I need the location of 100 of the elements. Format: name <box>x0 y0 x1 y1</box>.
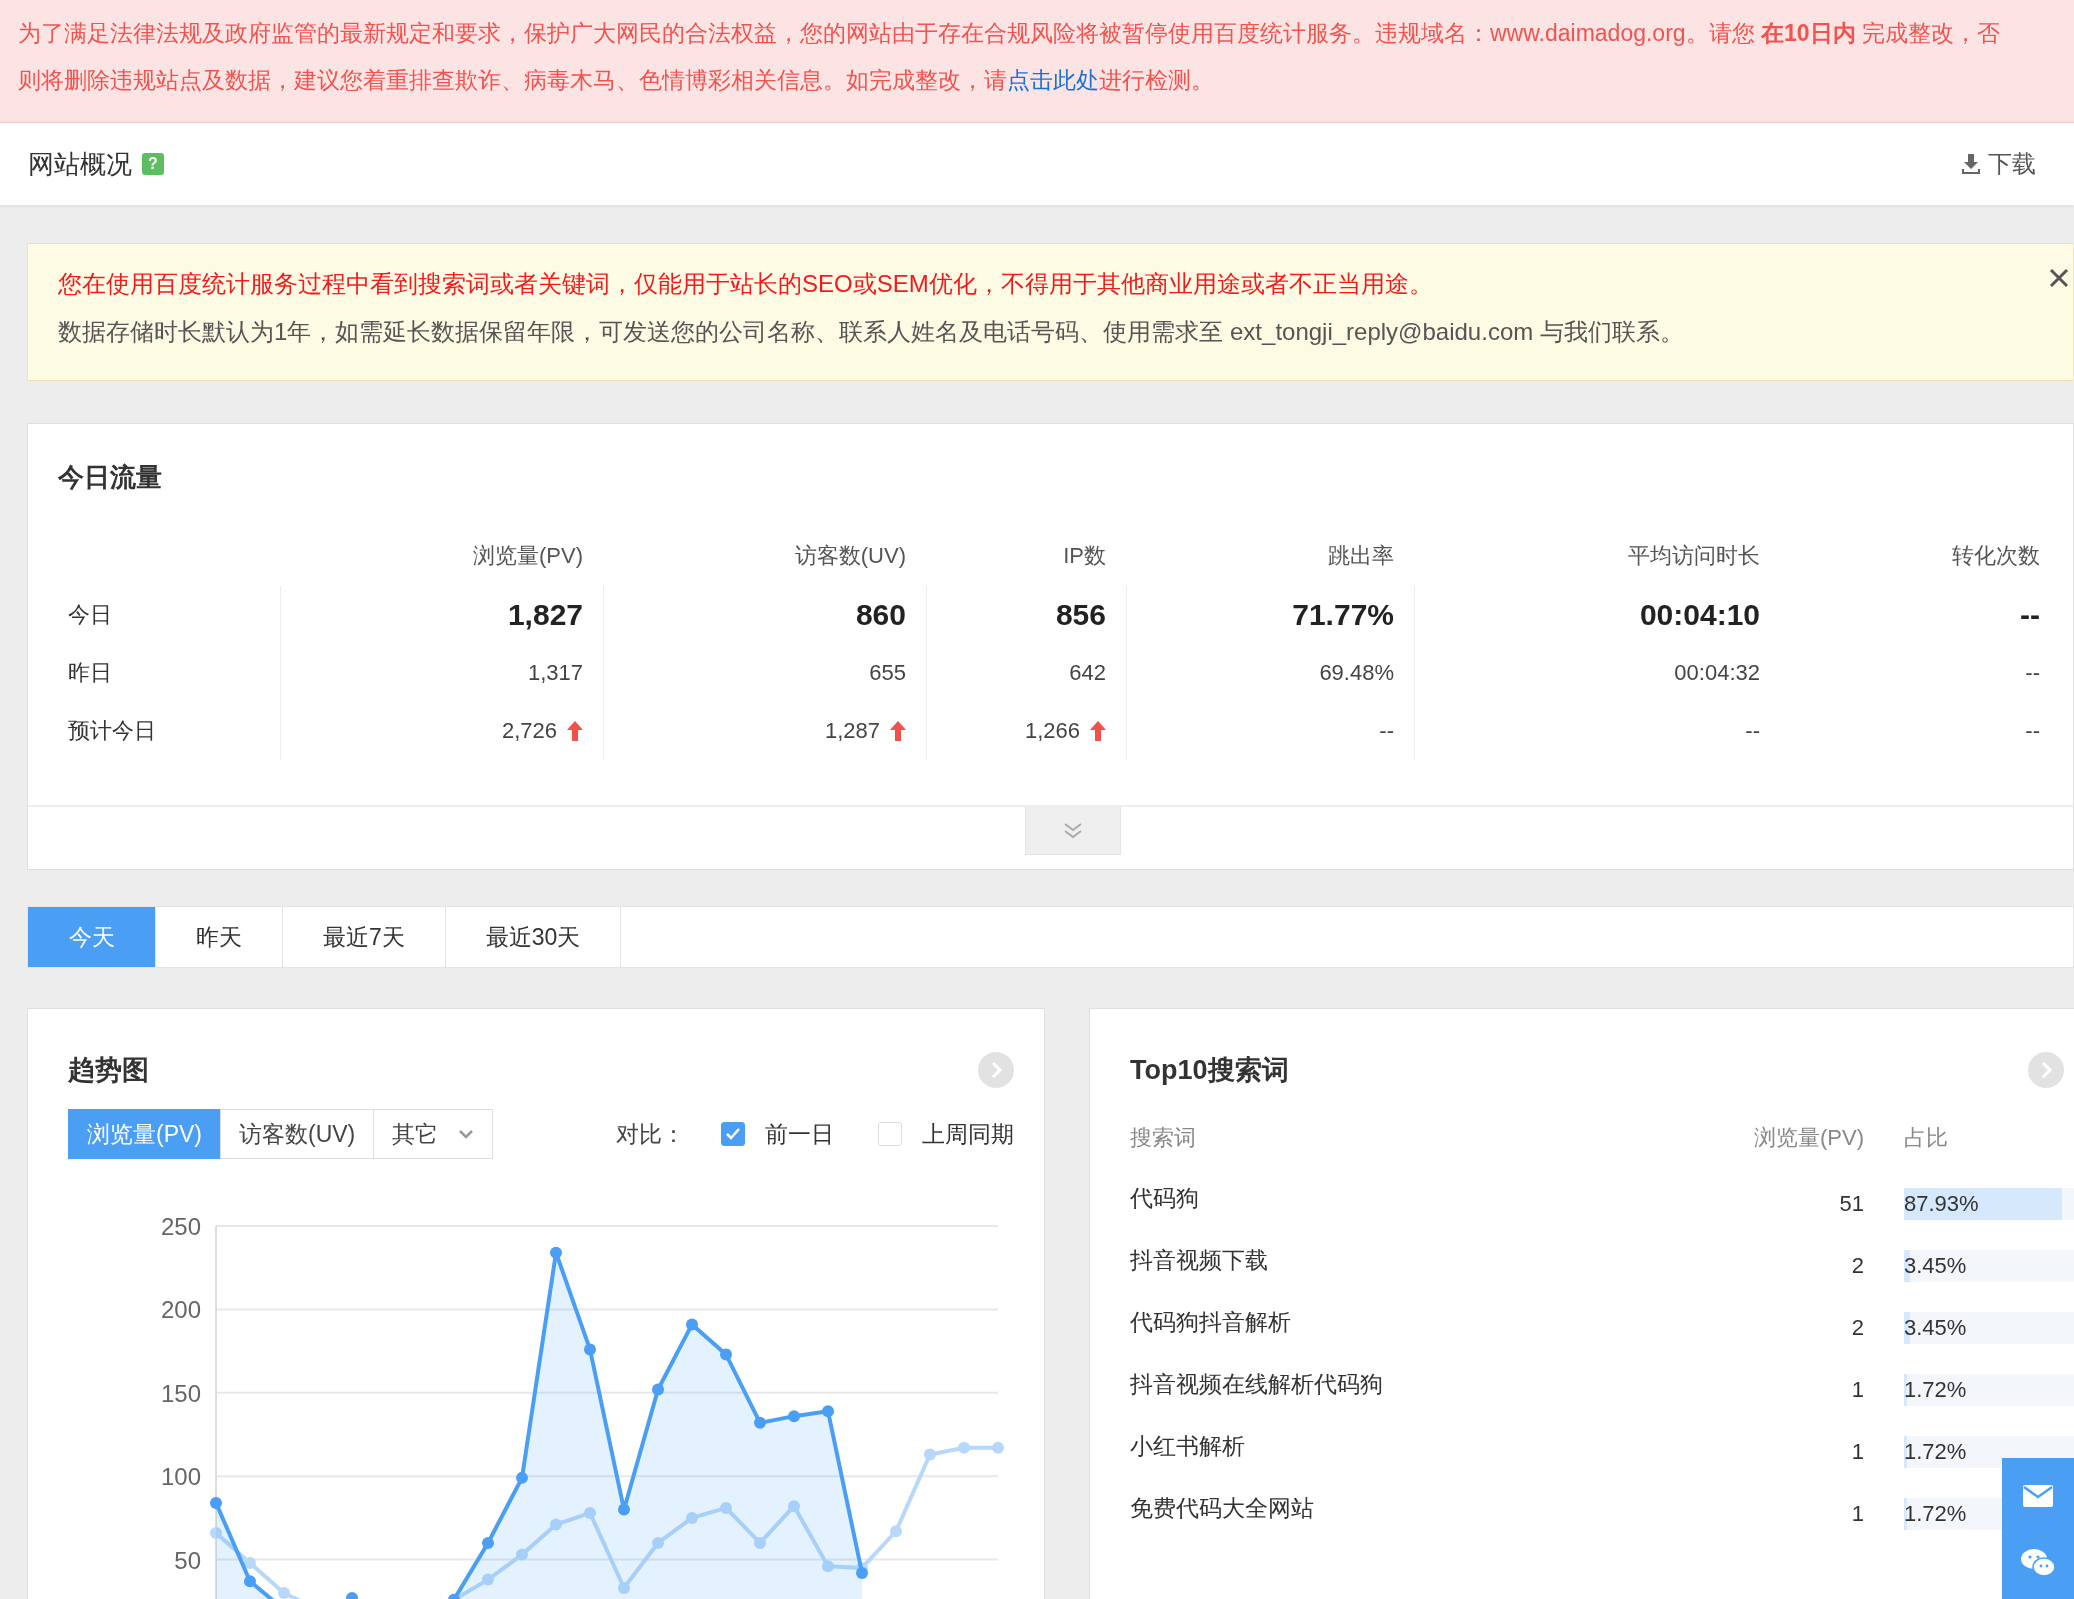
data-point <box>720 1348 732 1361</box>
y-axis-label: 100 <box>160 1463 201 1491</box>
column-header: 占比 <box>1903 1124 1949 1152</box>
data-point <box>584 1506 596 1519</box>
share-percent: 1.72% <box>1904 1501 1967 1527</box>
share-percent: 3.45% <box>1904 1315 1967 1341</box>
pv-count: 1 <box>1850 1500 1864 1528</box>
info-text: 数据存储时长默认为1年，如需延长数据保留年限，可发送您的公司名称、联系人姓名及电话号码、使用需求至 ext_tongji_reply@baidu.com 与我们联系。 <box>58 317 1685 347</box>
card-title: Top10搜索词 <box>1130 1054 1289 1087</box>
data-point <box>516 1471 528 1484</box>
stat-value: 1,827 <box>507 598 583 632</box>
search-term[interactable]: 抖音视频在线解析代码狗 <box>1130 1359 1754 1421</box>
pv-count: 2 <box>1850 1252 1864 1280</box>
check-link[interactable]: 点击此处 <box>1007 67 1099 93</box>
y-axis-label: 150 <box>160 1379 201 1407</box>
data-point <box>686 1511 698 1524</box>
y-axis-label: 250 <box>160 1213 201 1240</box>
stat-value: 1,317 <box>527 660 583 686</box>
data-point <box>482 1536 494 1549</box>
stat-value: -- <box>2025 718 2040 744</box>
share-percent: 3.45% <box>1904 1253 1967 1279</box>
stat-value: -- <box>1745 718 1760 744</box>
data-point <box>754 1536 766 1549</box>
data-point <box>822 1405 834 1418</box>
y-axis-label: 50 <box>174 1546 201 1574</box>
column-header: IP数 <box>1062 542 1107 570</box>
metric-dropdown[interactable]: 其它 <box>373 1109 494 1159</box>
compare-label: 对比： <box>616 1119 685 1149</box>
page-title: 网站概况 <box>28 147 132 181</box>
stat-value: 860 <box>855 598 906 632</box>
checkbox-label: 前一日 <box>765 1119 834 1149</box>
stat-value: 1,266 <box>1024 718 1080 744</box>
stat-value: 00:04:32 <box>1674 660 1760 686</box>
column-header: 浏览量(PV) <box>472 542 584 570</box>
data-point <box>618 1503 630 1516</box>
card-title: 今日流量 <box>57 461 163 494</box>
data-point <box>652 1383 664 1396</box>
warning-text: 您在使用百度统计服务过程中看到搜索词或者关键词，仅能用于站长的SEO或SEM优化，不得用于其他商业用途或者不正当用途。 <box>58 269 1434 299</box>
stat-value: 71.77% <box>1292 598 1394 632</box>
data-point <box>210 1496 222 1509</box>
data-point <box>958 1441 970 1454</box>
column-header: 浏览量(PV) <box>1754 1124 1864 1152</box>
data-point <box>856 1566 868 1579</box>
card-title: 趋势图 <box>68 1054 149 1087</box>
stat-value: 00:04:10 <box>1639 598 1760 632</box>
download-button[interactable]: 下载 <box>1962 148 2036 180</box>
metric-tab[interactable]: 访客数(UV) <box>220 1109 375 1159</box>
data-point <box>686 1318 698 1331</box>
pv-count: 1 <box>1850 1376 1864 1404</box>
stat-value: 655 <box>869 660 906 686</box>
caret-icon <box>458 1129 475 1139</box>
data-point <box>346 1591 358 1599</box>
check-icon <box>725 1127 741 1141</box>
stat-value: -- <box>2020 598 2040 632</box>
download-icon <box>1962 154 1980 174</box>
data-point <box>924 1448 936 1461</box>
data-point <box>618 1581 630 1594</box>
stat-value: 856 <box>1055 598 1106 632</box>
share-percent: 87.93% <box>1904 1191 1979 1217</box>
alert-message: 为了满足法律法规及政府监管的最新规定和要求，保护广大网民的合法权益，您的网站由于存在合规风险将被暂停使用百度统计服务。违规域名：www.daimadog.org。请您 在10日内 完成整改，否则将删除违规站点及数据，建议您着重排查欺诈、病毒木马、色情博彩相关信息。如完成整改，请点击此处进行检测。 <box>18 19 2001 95</box>
share-percent: 1.72% <box>1904 1377 1967 1403</box>
pv-count: 2 <box>1850 1314 1864 1342</box>
data-point <box>754 1416 766 1429</box>
search-term[interactable]: 代码狗 <box>1130 1173 1754 1235</box>
stat-value: 69.48% <box>1319 660 1394 686</box>
data-point <box>244 1575 256 1588</box>
data-point <box>550 1246 562 1259</box>
chat-bubbles-icon[interactable] <box>2021 1548 2055 1579</box>
data-point <box>720 1501 732 1514</box>
data-point <box>244 1556 256 1569</box>
data-point <box>822 1560 834 1573</box>
stat-value: 2,726 <box>501 718 557 744</box>
pv-count: 51 <box>1838 1190 1864 1218</box>
data-point <box>788 1500 800 1513</box>
column-header: 访客数(UV) <box>793 542 907 570</box>
mail-icon[interactable] <box>2023 1484 2053 1507</box>
data-point <box>278 1586 290 1599</box>
pv-count: 1 <box>1850 1438 1864 1466</box>
compare-checkbox[interactable] <box>721 1122 745 1146</box>
stat-value: 642 <box>1069 660 1106 686</box>
search-term[interactable]: 抖音视频下载 <box>1130 1235 1754 1297</box>
stat-value: 1,287 <box>824 718 880 744</box>
search-term[interactable]: 代码狗抖音解析 <box>1130 1297 1754 1359</box>
data-point <box>584 1343 596 1356</box>
checkbox-label: 上周同期 <box>922 1119 1014 1149</box>
data-point <box>550 1518 562 1531</box>
data-point <box>890 1525 902 1538</box>
data-point <box>516 1548 528 1561</box>
stat-value: -- <box>2025 660 2040 686</box>
data-point <box>482 1573 494 1586</box>
double-chevron-icon <box>1062 821 1083 840</box>
stat-value: -- <box>1379 718 1394 744</box>
column-header: 平均访问时长 <box>1627 542 1761 570</box>
search-term[interactable]: 免费代码大全网站 <box>1130 1483 1754 1545</box>
data-point <box>210 1526 222 1539</box>
data-point <box>992 1441 1004 1454</box>
close-icon[interactable] <box>2049 268 2069 288</box>
column-header: 跳出率 <box>1327 542 1395 570</box>
data-point <box>652 1536 664 1549</box>
search-term[interactable]: 小红书解析 <box>1130 1421 1754 1483</box>
